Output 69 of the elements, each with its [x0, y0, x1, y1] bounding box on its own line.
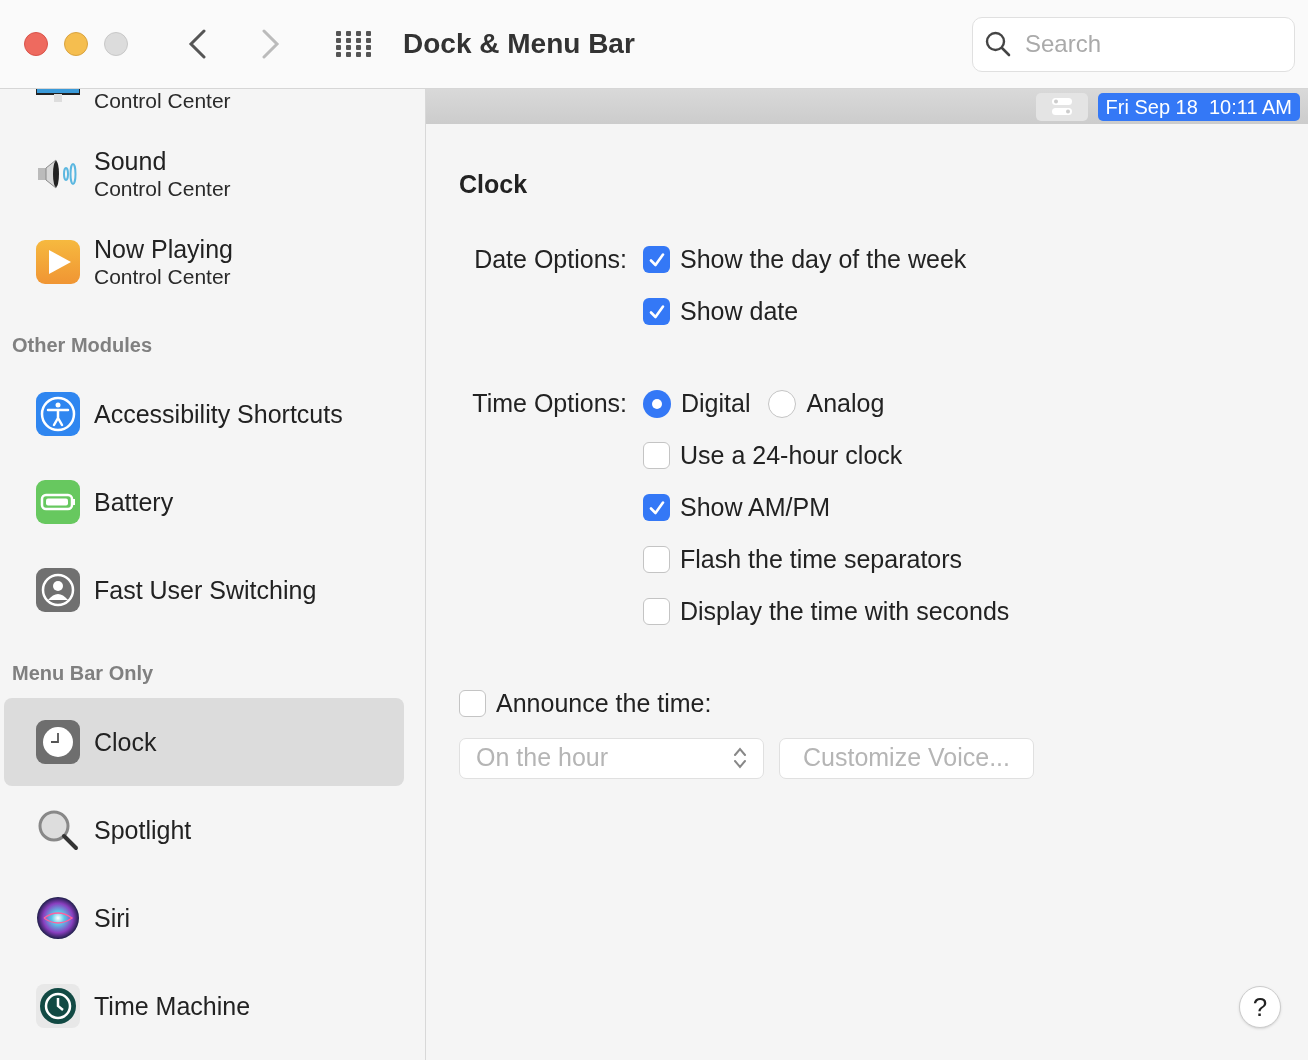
item-title: Fast User Switching [94, 575, 317, 605]
item-title: Accessibility Shortcuts [94, 399, 343, 429]
checkbox-label: Use a 24-hour clock [680, 439, 903, 471]
item-subtitle: Control Center [94, 175, 231, 202]
checkbox-label: Show date [680, 295, 799, 327]
user-icon [36, 568, 80, 612]
sidebar-item[interactable]: Control Center [4, 89, 404, 130]
checkbox-label: Announce the time: [496, 687, 712, 719]
item-subtitle: Control Center [94, 89, 231, 114]
play-icon [36, 240, 80, 284]
item-title: Time Machine [94, 991, 251, 1021]
sidebar-item[interactable]: Clock [4, 698, 404, 786]
checkbox-label: Show the day of the week [680, 243, 967, 275]
battery-icon [36, 480, 80, 524]
siri-icon [36, 896, 80, 940]
section-title: Clock [459, 169, 529, 200]
checkmark-icon [647, 498, 666, 517]
sidebar-item[interactable]: Accessibility Shortcuts [4, 370, 404, 458]
sidebar-item[interactable]: Fast User Switching [4, 546, 404, 634]
sidebar-item[interactable]: Siri [4, 874, 404, 962]
checkbox[interactable] [643, 442, 670, 469]
checkbox-label: Display the time with seconds [680, 595, 1010, 627]
back-icon[interactable] [188, 29, 206, 59]
sidebar-item[interactable]: Battery [4, 458, 404, 546]
checkbox[interactable] [643, 246, 670, 273]
item-title: Clock [94, 727, 157, 757]
checkmark-icon [647, 302, 666, 321]
item-title: Battery [94, 487, 174, 517]
radio-button[interactable] [768, 389, 797, 418]
sidebar-item[interactable]: Now Playing Control Center [4, 218, 404, 306]
option-label: Date Options: [474, 243, 627, 275]
radio-button[interactable] [643, 389, 671, 418]
search-field[interactable]: Search [972, 16, 1295, 72]
chevron-icon [733, 746, 747, 770]
sidebar-item[interactable]: Spotlight [4, 786, 404, 874]
item-subtitle: Control Center [94, 263, 232, 290]
time-machine-icon [36, 984, 80, 1028]
menu-bar-clock: Fri Sep 18 10:11 AM [1097, 92, 1300, 121]
section-heading: Other Modules [12, 333, 152, 358]
help-button[interactable]: ? [1239, 986, 1281, 1028]
zoom-window-button[interactable] [104, 32, 128, 56]
radio-label: Analog [806, 387, 885, 419]
checkbox-label: Show AM/PM [680, 491, 831, 523]
sidebar-item[interactable]: Time Machine [4, 962, 404, 1050]
checkbox-label: Flash the time separators [680, 543, 963, 575]
close-window-button[interactable] [24, 32, 48, 56]
checkbox[interactable] [643, 598, 670, 625]
accessibility-icon [36, 392, 80, 436]
grid-icon[interactable] [336, 31, 372, 57]
section-heading: Menu Bar Only [12, 661, 154, 686]
sidebar-item[interactable]: Sound Control Center [4, 130, 404, 218]
checkbox[interactable] [459, 690, 486, 717]
checkbox[interactable] [643, 546, 670, 573]
checkbox[interactable] [643, 298, 670, 325]
forward-icon[interactable] [262, 29, 280, 59]
radio-label: Digital [681, 387, 751, 419]
minimize-window-button[interactable] [64, 32, 88, 56]
item-title: Now Playing [94, 234, 233, 264]
option-label: Time Options: [472, 387, 627, 419]
item-title: Siri [94, 903, 131, 933]
magnifier-icon [36, 808, 80, 852]
clock-icon [36, 720, 80, 764]
item-title: Sound [94, 146, 168, 176]
window-title: Dock & Menu Bar [403, 27, 635, 61]
checkmark-icon [647, 250, 666, 269]
checkbox[interactable] [643, 494, 670, 521]
item-title: Spotlight [94, 815, 192, 845]
search-icon [985, 30, 1011, 57]
control-center-icon [1035, 92, 1088, 121]
